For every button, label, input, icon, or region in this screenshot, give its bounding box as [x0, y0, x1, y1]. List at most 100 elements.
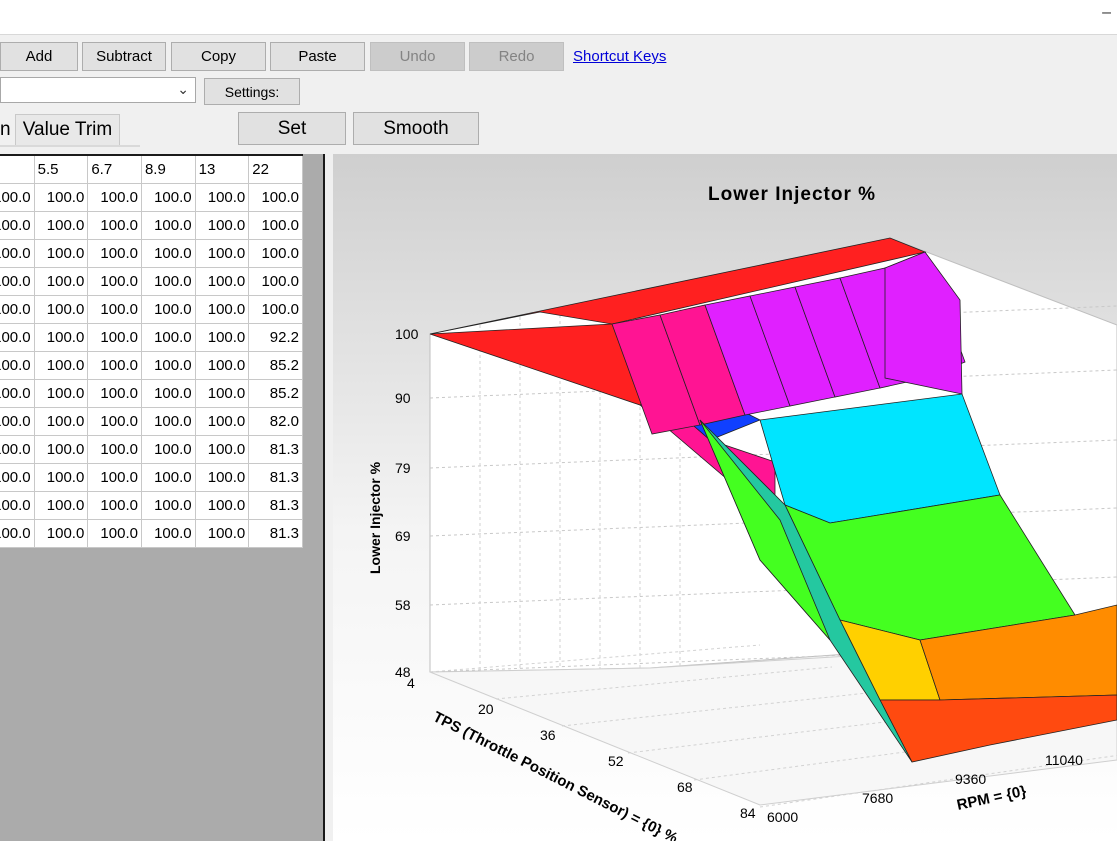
settings-button[interactable]: Settings:	[204, 78, 300, 105]
table-cell[interactable]: 100.0	[194, 434, 250, 464]
table-cell[interactable]: 100.0	[33, 490, 89, 520]
table-cell[interactable]: 100.0	[140, 462, 196, 492]
tab-partial[interactable]: n	[0, 119, 11, 141]
table-cell[interactable]: 100.0	[33, 266, 89, 296]
smooth-button[interactable]: Smooth	[353, 112, 479, 145]
table-cell[interactable]: 100.0	[87, 378, 142, 408]
table-cell[interactable]: 100.0	[33, 518, 89, 548]
table-cell[interactable]: 100.0	[33, 378, 89, 408]
table-cell[interactable]: 100.0	[87, 182, 142, 212]
data-grid[interactable]: 45.56.78.91322 100.0100.0100.0100.0100.0…	[0, 154, 303, 548]
table-cell[interactable]: 100.0	[248, 210, 303, 240]
table-select-dropdown[interactable]: ⌄	[0, 77, 196, 103]
table-cell[interactable]: 100.0	[248, 266, 303, 296]
table-cell[interactable]: 100.0	[33, 238, 89, 268]
table-cell[interactable]: 100.0	[0, 378, 35, 408]
tab-value-trim[interactable]: Value Trim	[15, 114, 120, 145]
table-cell[interactable]: 100.0	[87, 294, 142, 324]
minimize-button[interactable]: –	[1102, 4, 1111, 22]
table-cell[interactable]: 100.0	[0, 266, 35, 296]
table-cell[interactable]: 100.0	[87, 266, 142, 296]
table-cell[interactable]: 100.0	[194, 518, 250, 548]
table-cell[interactable]: 100.0	[87, 350, 142, 380]
table-cell[interactable]: 100.0	[248, 294, 303, 324]
table-cell[interactable]: 81.3	[248, 434, 303, 464]
table-cell[interactable]: 100.0	[140, 182, 196, 212]
table-cell[interactable]: 82.0	[248, 406, 303, 436]
z-axis-label: Lower Injector %	[367, 461, 383, 574]
table-cell[interactable]: 100.0	[194, 490, 250, 520]
table-cell[interactable]: 100.0	[0, 490, 35, 520]
table-cell[interactable]: 100.0	[33, 462, 89, 492]
table-cell[interactable]: 100.0	[87, 210, 142, 240]
table-cell[interactable]: 100.0	[0, 210, 35, 240]
paste-button[interactable]: Paste	[270, 42, 365, 71]
table-cell[interactable]: 100.0	[194, 322, 250, 352]
table-cell[interactable]: 100.0	[87, 406, 142, 436]
table-cell[interactable]: 100.0	[0, 350, 35, 380]
table-cell[interactable]: 100.0	[87, 490, 142, 520]
table-cell[interactable]: 100.0	[0, 182, 35, 212]
set-button[interactable]: Set	[238, 112, 346, 145]
table-cell[interactable]: 100.0	[87, 518, 142, 548]
table-cell[interactable]: 100.0	[33, 322, 89, 352]
table-cell[interactable]: 100.0	[33, 210, 89, 240]
table-cell[interactable]: 100.0	[140, 378, 196, 408]
column-header[interactable]: 8.9	[140, 154, 196, 184]
table-cell[interactable]: 100.0	[140, 518, 196, 548]
table-cell[interactable]: 92.2	[248, 322, 303, 352]
column-header[interactable]: 22	[248, 154, 303, 184]
table-cell[interactable]: 100.0	[0, 518, 35, 548]
table-cell[interactable]: 100.0	[0, 462, 35, 492]
table-cell[interactable]: 100.0	[87, 462, 142, 492]
table-cell[interactable]: 100.0	[140, 266, 196, 296]
table-cell[interactable]: 100.0	[140, 210, 196, 240]
table-cell[interactable]: 100.0	[140, 490, 196, 520]
column-header[interactable]: 13	[194, 154, 250, 184]
table-cell[interactable]: 100.0	[33, 406, 89, 436]
table-cell[interactable]: 100.0	[33, 434, 89, 464]
undo-button[interactable]: Undo	[370, 42, 465, 71]
table-cell[interactable]: 100.0	[194, 350, 250, 380]
table-cell[interactable]: 100.0	[194, 210, 250, 240]
table-cell[interactable]: 100.0	[194, 406, 250, 436]
table-cell[interactable]: 81.3	[248, 490, 303, 520]
add-button[interactable]: Add	[0, 42, 78, 71]
column-header[interactable]: 4	[0, 154, 35, 184]
table-cell[interactable]: 100.0	[140, 322, 196, 352]
table-cell[interactable]: 100.0	[194, 182, 250, 212]
table-cell[interactable]: 81.3	[248, 462, 303, 492]
table-cell[interactable]: 100.0	[0, 322, 35, 352]
copy-button[interactable]: Copy	[171, 42, 266, 71]
table-cell[interactable]: 100.0	[140, 238, 196, 268]
table-cell[interactable]: 100.0	[248, 238, 303, 268]
table-cell[interactable]: 100.0	[194, 294, 250, 324]
table-cell[interactable]: 100.0	[194, 238, 250, 268]
table-cell[interactable]: 100.0	[87, 322, 142, 352]
table-cell[interactable]: 100.0	[140, 406, 196, 436]
subtract-button[interactable]: Subtract	[82, 42, 166, 71]
table-cell[interactable]: 100.0	[87, 434, 142, 464]
table-cell[interactable]: 100.0	[140, 350, 196, 380]
table-cell[interactable]: 100.0	[248, 182, 303, 212]
table-cell[interactable]: 100.0	[87, 238, 142, 268]
table-cell[interactable]: 100.0	[33, 294, 89, 324]
table-cell[interactable]: 100.0	[0, 406, 35, 436]
table-cell[interactable]: 100.0	[140, 434, 196, 464]
table-cell[interactable]: 81.3	[248, 518, 303, 548]
table-cell[interactable]: 100.0	[194, 462, 250, 492]
table-cell[interactable]: 100.0	[194, 266, 250, 296]
table-cell[interactable]: 100.0	[0, 238, 35, 268]
redo-button[interactable]: Redo	[469, 42, 564, 71]
column-header[interactable]: 6.7	[87, 154, 142, 184]
table-cell[interactable]: 85.2	[248, 350, 303, 380]
table-cell[interactable]: 100.0	[33, 182, 89, 212]
table-cell[interactable]: 100.0	[0, 434, 35, 464]
table-cell[interactable]: 100.0	[194, 378, 250, 408]
table-cell[interactable]: 100.0	[0, 294, 35, 324]
table-cell[interactable]: 100.0	[33, 350, 89, 380]
table-cell[interactable]: 85.2	[248, 378, 303, 408]
column-header[interactable]: 5.5	[33, 154, 89, 184]
table-cell[interactable]: 100.0	[140, 294, 196, 324]
shortcut-keys-link[interactable]: Shortcut Keys	[573, 48, 666, 65]
